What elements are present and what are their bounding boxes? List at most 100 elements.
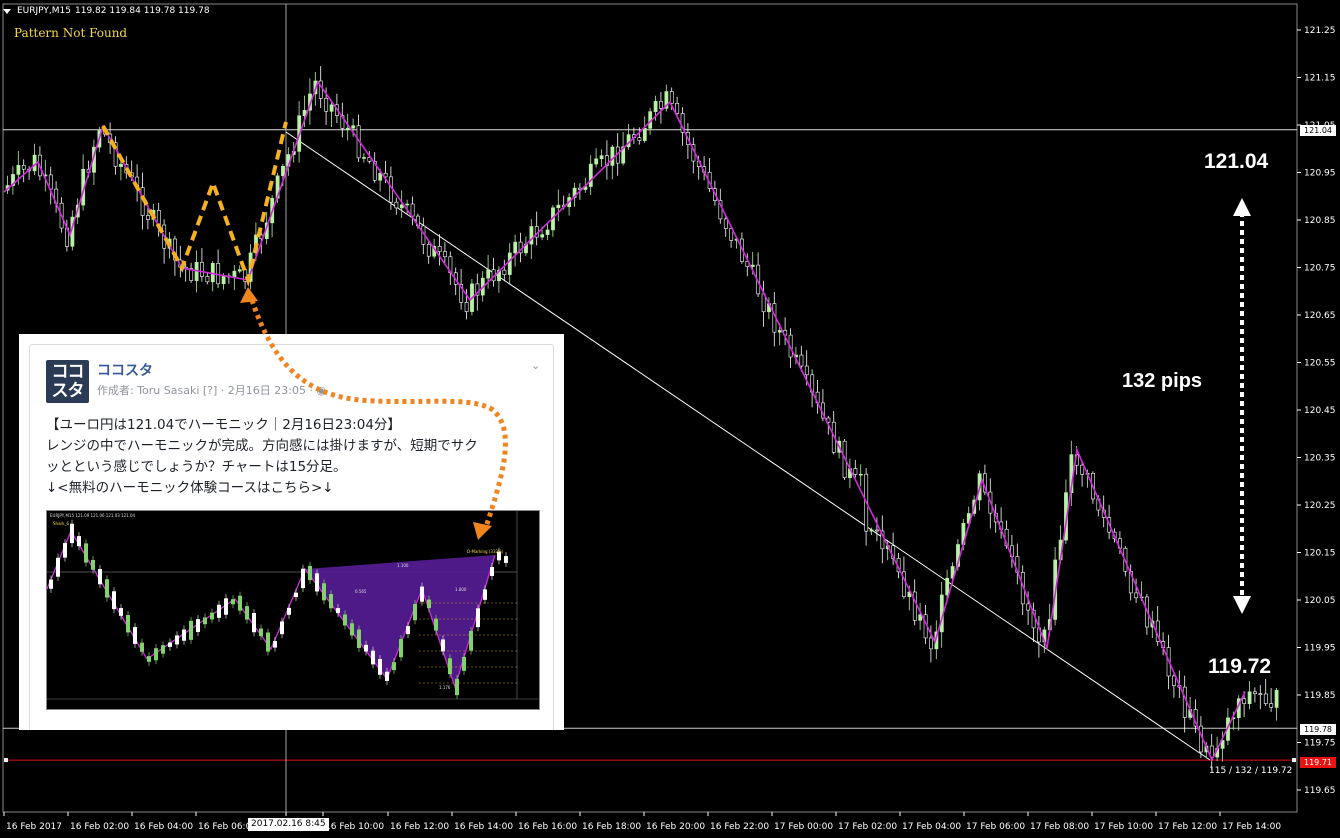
- thumb-candle-body: [441, 639, 445, 652]
- candle-body: [394, 201, 399, 209]
- post-chart-thumbnail[interactable]: EURJPY,M15 121.09 121.06 121.03 121.04 Sh…: [46, 510, 540, 710]
- thumb-candle-body: [343, 614, 347, 626]
- time-tick-label: 17 Feb 12:00: [1158, 822, 1217, 832]
- price-tick-label: 120.95: [1304, 169, 1336, 179]
- price-tick-label: 120.15: [1304, 549, 1336, 559]
- candle-body: [610, 146, 615, 166]
- thumb-candle-body: [238, 595, 242, 611]
- time-tick-label: 17 Feb 04:00: [902, 822, 961, 832]
- thumb-ratio-label: 0.565: [355, 589, 367, 594]
- candle-body: [329, 104, 334, 112]
- price-tick-label: 120.35: [1304, 454, 1336, 464]
- thumb-candle-body: [490, 567, 494, 576]
- candle-body: [426, 244, 431, 257]
- candle-body: [205, 276, 210, 283]
- chart-ohlc: 119.82 119.84 119.78 119.78: [75, 6, 210, 16]
- price-tick-label: 120.85: [1304, 216, 1336, 226]
- time-tick-label: 16 Feb 2017: [6, 822, 62, 832]
- candle-body: [1080, 464, 1085, 475]
- thumb-candle-body: [105, 579, 109, 598]
- chevron-down-icon[interactable]: ⌄: [531, 359, 541, 372]
- candle-body: [599, 155, 604, 160]
- candle-body: [351, 125, 356, 129]
- price-tick-label: 121.25: [1304, 26, 1336, 36]
- thumb-candle-body: [175, 635, 179, 645]
- candle-body: [642, 128, 647, 141]
- candle-body: [723, 218, 728, 229]
- post-meta-text: 作成者: Toru Sasaki [?] · 2月16日 23:05 ·: [97, 384, 317, 397]
- thumb-candle-body: [483, 589, 487, 600]
- candle-body: [237, 269, 242, 272]
- social-post-card: ココ スタ ココスタ 作成者: Toru Sasaki [?] · 2月16日 …: [19, 334, 564, 730]
- thumb-candle-body: [378, 659, 382, 675]
- thumb-candle-body: [210, 612, 214, 620]
- thumb-candle-body: [455, 678, 459, 696]
- candle-body: [588, 163, 593, 187]
- thumb-candle-body: [504, 556, 508, 563]
- post-frame: ココ スタ ココスタ 作成者: Toru Sasaki [?] · 2月16日 …: [29, 344, 554, 730]
- candle-body: [1247, 691, 1252, 704]
- post-line: 【ユーロ円は121.04でハーモニック｜2月16日23:04分】: [46, 417, 401, 433]
- candle-body: [540, 234, 545, 238]
- thumb-candle-body: [420, 586, 424, 602]
- thumb-candle-body: [413, 604, 417, 621]
- chart-header: EURJPY,M15 119.82 119.84 119.78 119.78: [3, 3, 210, 19]
- low-line-price-tag: 119.71: [1300, 757, 1336, 768]
- candle-body: [929, 637, 933, 650]
- candle-body: [362, 157, 366, 159]
- thumb-ratio-label: 1.800: [455, 587, 467, 592]
- candle-body: [443, 251, 447, 258]
- price-tick-label: 120.25: [1304, 501, 1336, 511]
- thumb-candle-body: [357, 629, 361, 648]
- candle-body: [146, 215, 150, 220]
- candle-body: [399, 204, 404, 209]
- thumb-candle-body: [252, 612, 256, 633]
- thumb-candle-body: [224, 598, 228, 615]
- thumb-candle-body: [448, 658, 452, 675]
- thumb-candle-body: [308, 565, 312, 581]
- candle-body: [945, 577, 950, 596]
- post-meta: 作成者: Toru Sasaki [?] · 2月16日 23:05 · ◉: [97, 382, 326, 398]
- thumb-candle-body: [350, 623, 354, 636]
- thumb-candle-body: [476, 608, 480, 628]
- candle-body: [502, 269, 507, 275]
- price-tick-label: 121.15: [1304, 74, 1336, 84]
- candle-body: [324, 98, 329, 112]
- thumb-candle-body: [392, 662, 396, 671]
- thumb-candle-body: [245, 606, 249, 620]
- candle-body: [140, 187, 145, 216]
- page-name-link[interactable]: ココスタ: [97, 360, 153, 380]
- thumb-candle-body: [315, 573, 319, 592]
- thumb-candle-body: [406, 626, 410, 635]
- bottom-note: 115 / 132 / 119.72: [1209, 766, 1293, 776]
- thumb-candle-body: [98, 569, 102, 585]
- thumb-candle-body: [217, 604, 221, 618]
- candle-body: [254, 234, 258, 254]
- candle-body: [513, 241, 518, 254]
- thumb-candle-body: [469, 630, 473, 651]
- thumb-candle-body: [329, 594, 333, 609]
- thumb-candle-body: [196, 619, 200, 633]
- time-tick-label: 17 Feb 06:00: [966, 822, 1025, 832]
- time-tick-label: 17 Feb 08:00: [1030, 822, 1089, 832]
- time-tick-label: 17 Feb 02:00: [838, 822, 897, 832]
- low-price-label: 119.72: [1208, 655, 1272, 678]
- thumb-candle-body: [434, 618, 438, 631]
- thumb-ratio-label: 1.176: [439, 685, 451, 690]
- chart-menu-icon[interactable]: [3, 8, 11, 14]
- candle-body: [875, 529, 879, 532]
- post-link-line[interactable]: ↓<無料のハーモニック体験コースはこちら>↓: [46, 478, 546, 499]
- time-tick-label: 16 Feb 22:00: [710, 822, 769, 832]
- low-line-marker: [4, 758, 8, 763]
- candle-body: [1172, 675, 1176, 686]
- candle-body: [1026, 603, 1031, 611]
- thumb-candle-body: [462, 656, 466, 671]
- post-line: レンジの中でハーモニックが完成。方向感には掛けますが、短期でサク: [46, 438, 478, 454]
- candle-body: [232, 270, 237, 278]
- thumb-candle-body: [273, 641, 277, 648]
- thumb-candle-body: [385, 671, 389, 681]
- page-logo[interactable]: ココ スタ: [46, 360, 89, 403]
- time-tick-label: 16 Feb 10:00: [325, 822, 384, 832]
- thumb-candle-body: [280, 621, 284, 635]
- price-tick-label: 120.05: [1304, 596, 1336, 606]
